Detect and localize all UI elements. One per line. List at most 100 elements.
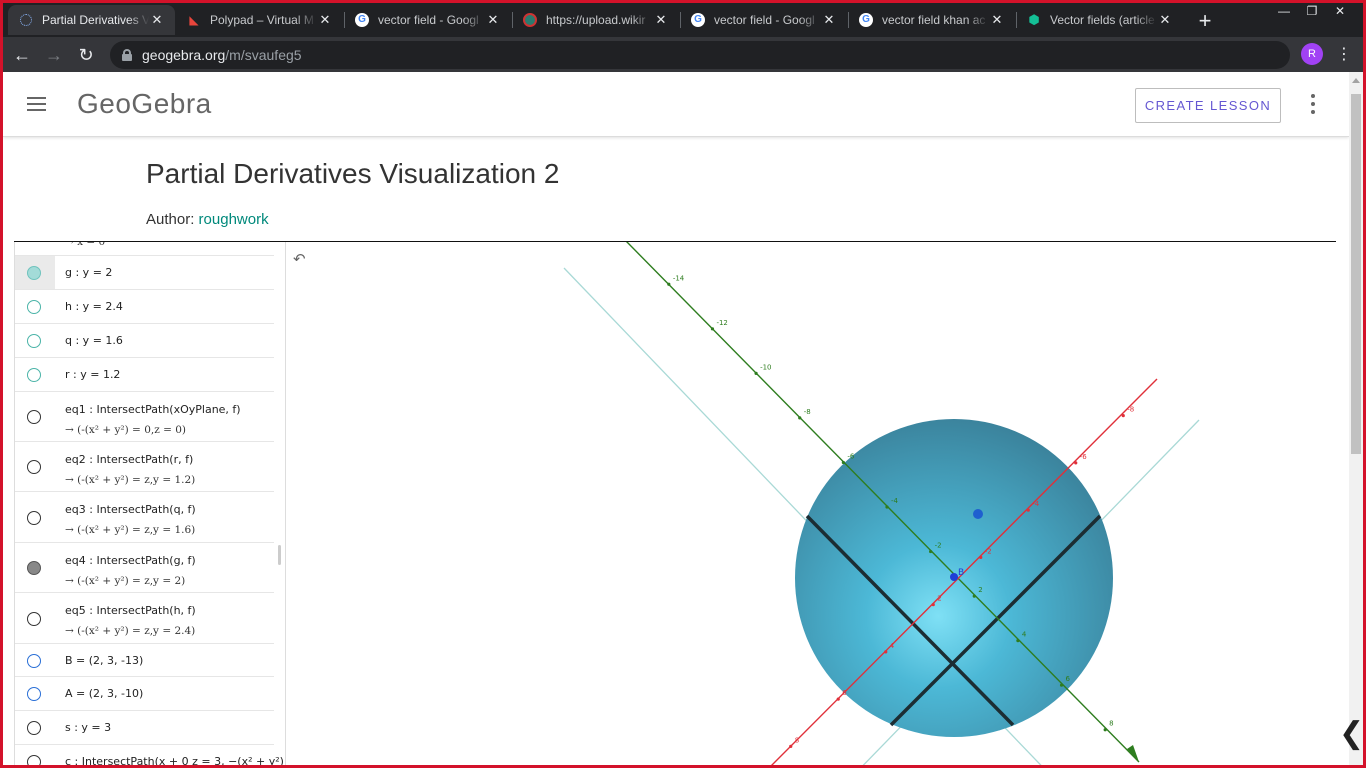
- url-text: geogebra.org/m/svaufeg5: [142, 47, 302, 63]
- close-tab-icon[interactable]: ✕: [653, 12, 669, 28]
- browser-tab-title: Polypad – Virtual M: [210, 13, 314, 27]
- browser-tab[interactable]: Gvector field - Googl ✕: [344, 5, 511, 35]
- algebra-row[interactable]: r : y = 1.2: [15, 358, 274, 392]
- algebra-row[interactable]: g : y = 2: [15, 256, 274, 290]
- algebra-definition[interactable]: B = (2, 3, -13): [65, 654, 143, 667]
- author-link[interactable]: roughwork: [199, 211, 269, 228]
- browser-tab[interactable]: ⬢ Vector fields (article ✕: [1016, 5, 1183, 35]
- axis-tick-label: 2: [978, 586, 982, 594]
- point-B-label: B: [958, 568, 964, 578]
- algebra-definition[interactable]: eq3 : IntersectPath(q, f): [65, 503, 196, 516]
- scroll-handle[interactable]: [278, 545, 281, 565]
- tab-separator: [512, 12, 513, 28]
- close-tab-icon[interactable]: ✕: [821, 12, 837, 28]
- 3d-scene[interactable]: -14 -12 -10 -8 -6 -4 -2 2 4 6 8 -8 -6 -4 -2 2 4 6 8 B: [287, 242, 1336, 765]
- create-lesson-button[interactable]: CREATE LESSON: [1135, 88, 1281, 123]
- browser-tab[interactable]: Gvector field - Googl ✕: [680, 5, 847, 35]
- axis-tick: [667, 282, 671, 286]
- close-tab-icon[interactable]: ✕: [317, 12, 333, 28]
- chevron-left-icon[interactable]: ❮: [1339, 716, 1364, 752]
- lock-icon[interactable]: [122, 49, 132, 61]
- visibility-toggle-icon[interactable]: [27, 334, 41, 348]
- visibility-toggle-icon[interactable]: [27, 368, 41, 382]
- minimize-button[interactable]: —: [1270, 2, 1298, 20]
- algebra-definition[interactable]: eq2 : IntersectPath(r, f): [65, 453, 193, 466]
- visibility-toggle-icon[interactable]: [27, 721, 41, 735]
- browser-tab-title: Vector fields (article: [1050, 13, 1155, 27]
- algebra-definition[interactable]: g : y = 2: [65, 266, 112, 279]
- algebra-row[interactable]: eq5 : IntersectPath(h, f) → (-(x² + y²) =…: [15, 593, 274, 644]
- algebra-row[interactable]: → x = 0: [15, 242, 274, 256]
- visibility-toggle-icon[interactable]: [27, 460, 41, 474]
- browser-tab-title: https://upload.wikir: [546, 13, 646, 27]
- algebra-output: → (-(x² + y²) = z,y = 1.2): [65, 474, 196, 486]
- visibility-toggle-icon[interactable]: [27, 510, 41, 525]
- algebra-row[interactable]: eq2 : IntersectPath(r, f) → (-(x² + y²) =…: [15, 442, 274, 492]
- page-title: Partial Derivatives Visualization 2: [146, 158, 560, 189]
- 3d-graphics-view[interactable]: ↶ -14 -12 -10 -8 -6 -4 -2 2 4 6 8 -8 -6 …: [287, 242, 1336, 765]
- axis-tick-label: 2: [937, 595, 941, 603]
- page-scrollbar[interactable]: [1349, 72, 1363, 765]
- restore-button[interactable]: ❐: [1298, 2, 1326, 20]
- algebra-definition[interactable]: eq1 : IntersectPath(xOyPlane, f): [65, 403, 241, 416]
- visibility-toggle-icon[interactable]: [27, 561, 41, 575]
- algebra-row[interactable]: eq1 : IntersectPath(xOyPlane, f) → (-(x² …: [15, 392, 274, 442]
- close-tab-icon[interactable]: ✕: [485, 12, 501, 28]
- tab-separator: [848, 12, 849, 28]
- axis-tick-label: -10: [760, 363, 771, 371]
- algebra-row[interactable]: q : y = 1.6: [15, 324, 274, 358]
- algebra-row[interactable]: s : y = 3: [15, 711, 274, 745]
- window-close-button[interactable]: ✕: [1326, 2, 1354, 20]
- browser-tab[interactable]: Gvector field khan ac ✕: [848, 5, 1015, 35]
- algebra-definition[interactable]: q : y = 1.6: [65, 334, 123, 347]
- forward-icon[interactable]: →: [42, 43, 66, 67]
- visibility-toggle-icon[interactable]: [27, 755, 41, 765]
- reload-icon[interactable]: ↻: [74, 43, 98, 67]
- axis-tick-label: 4: [890, 642, 895, 650]
- browser-tab[interactable]: https://upload.wikir ✕: [512, 5, 679, 35]
- back-icon[interactable]: ←: [10, 43, 34, 67]
- algebra-definition[interactable]: eq5 : IntersectPath(h, f): [65, 604, 196, 617]
- geogebra-logo[interactable]: GeoGebra: [77, 88, 212, 120]
- browser-tab[interactable]: Partial Derivatives V ✕: [8, 5, 175, 35]
- close-tab-icon[interactable]: ✕: [989, 12, 1005, 28]
- algebra-row[interactable]: A = (2, 3, -10): [15, 677, 274, 711]
- algebra-definition[interactable]: eq4 : IntersectPath(g, f): [65, 554, 196, 567]
- browser-tab[interactable]: ◣ Polypad – Virtual M ✕: [176, 5, 343, 35]
- geogebra-applet[interactable]: → x = 0 g : y = 2 h : y = 2.4 q : y = 1.6 r …: [14, 241, 1336, 765]
- more-options-icon[interactable]: [1305, 94, 1321, 116]
- visibility-toggle-icon[interactable]: [27, 266, 41, 280]
- close-tab-icon[interactable]: ✕: [149, 12, 165, 28]
- algebra-definition[interactable]: h : y = 2.4: [65, 300, 123, 313]
- visibility-toggle-icon[interactable]: [27, 300, 41, 314]
- algebra-definition[interactable]: A = (2, 3, -10): [65, 687, 143, 700]
- address-bar[interactable]: geogebra.org/m/svaufeg5 ☆: [110, 41, 1290, 69]
- profile-avatar[interactable]: R: [1301, 43, 1323, 65]
- algebra-row[interactable]: B = (2, 3, -13): [15, 644, 274, 677]
- visibility-toggle-icon[interactable]: [27, 410, 41, 424]
- algebra-row[interactable]: h : y = 2.4: [15, 290, 274, 324]
- scroll-up-arrow-icon[interactable]: [1352, 78, 1360, 83]
- visibility-toggle-icon[interactable]: [27, 611, 41, 626]
- algebra-row[interactable]: c : IntersectPath(x + 0 z = 3, −(x² + y²…: [15, 745, 284, 765]
- visibility-toggle-icon[interactable]: [27, 653, 41, 668]
- point-A[interactable]: [973, 509, 983, 519]
- browser-menu-icon[interactable]: ⋮: [1336, 44, 1352, 64]
- algebra-definition[interactable]: s : y = 3: [65, 721, 111, 734]
- algebra-view[interactable]: → x = 0 g : y = 2 h : y = 2.4 q : y = 1.6 r …: [14, 242, 286, 765]
- page-scrollbar-thumb[interactable]: [1351, 94, 1361, 454]
- algebra-definition[interactable]: c : IntersectPath(x + 0 z = 3, −(x² + y²…: [65, 755, 284, 765]
- point-B[interactable]: [950, 573, 958, 581]
- close-tab-icon[interactable]: ✕: [1157, 12, 1173, 28]
- new-tab-button[interactable]: +: [1192, 8, 1218, 34]
- axis-tick-label: -4: [891, 497, 899, 505]
- algebra-definition[interactable]: r : y = 1.2: [65, 368, 120, 381]
- axis-tick: [1016, 639, 1020, 643]
- axis-tick-label: -6: [1080, 453, 1088, 461]
- axis-tick-label: -12: [716, 319, 727, 327]
- visibility-toggle-icon[interactable]: [27, 687, 41, 701]
- hamburger-menu-icon[interactable]: [27, 97, 46, 111]
- algebra-row[interactable]: eq4 : IntersectPath(g, f) → (-(x² + y²) =…: [15, 543, 274, 593]
- tab-separator: [1016, 12, 1017, 28]
- algebra-row[interactable]: eq3 : IntersectPath(q, f) → (-(x² + y²) =…: [15, 492, 274, 543]
